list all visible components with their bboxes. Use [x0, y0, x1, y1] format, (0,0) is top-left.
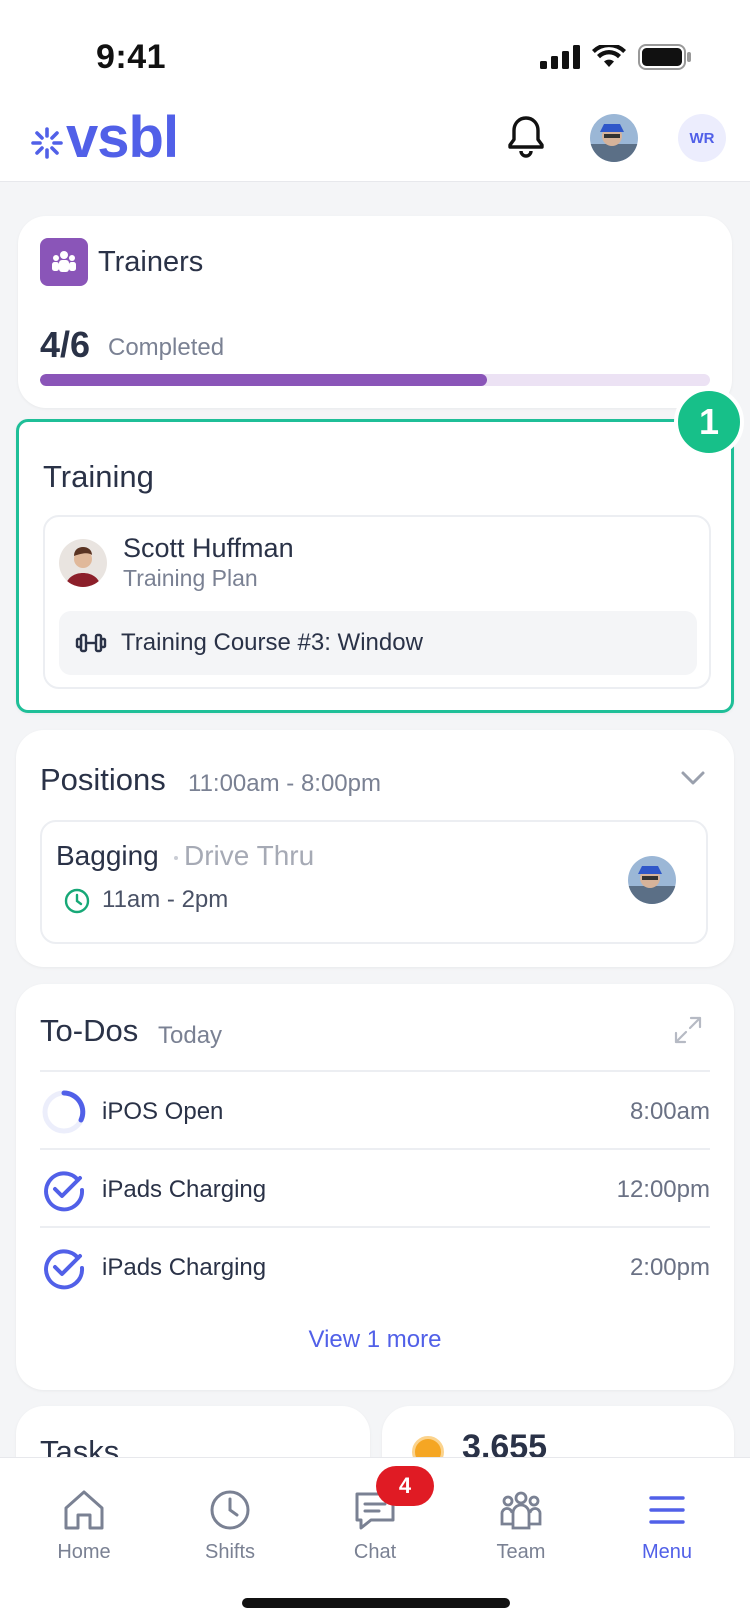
todo-label: iPOS Open [102, 1098, 224, 1125]
trainers-progress-bar [40, 374, 710, 386]
logo-burst-icon [31, 127, 63, 159]
home-icon [64, 1490, 104, 1530]
training-plan-item[interactable]: Scott Huffman Training Plan Training Cou… [43, 515, 711, 689]
signal-icon [540, 45, 580, 69]
tab-home-label: Home [57, 1541, 111, 1563]
todo-label: iPads Charging [102, 1254, 267, 1281]
trainers-title: Trainers [98, 246, 204, 278]
positions-title: Positions [40, 762, 166, 797]
tab-team[interactable]: Team [451, 1488, 591, 1564]
tab-team-label: Team [496, 1541, 546, 1563]
tab-menu[interactable]: Menu [597, 1488, 737, 1564]
position-item[interactable]: Bagging Drive Thru 11am - 2pm [40, 820, 708, 944]
chat-unread-badge: 4 [376, 1466, 434, 1506]
trainers-completed-label: Completed [108, 334, 225, 361]
vsbl-logo[interactable]: vsbl [30, 105, 179, 170]
todos-card: To-Dos Today iPOS Open 8:00am iPads Char… [16, 984, 734, 1390]
separator-dot [174, 856, 178, 860]
view-more-link[interactable]: View 1 more [16, 1326, 734, 1354]
training-course-name: Training Course #3: Window [121, 629, 423, 656]
menu-icon [649, 1496, 685, 1524]
battery-icon [638, 44, 691, 70]
dumbbell-icon [75, 633, 107, 653]
team-icon [500, 1491, 542, 1530]
progress-ring-icon [40, 1088, 88, 1136]
training-course-row[interactable]: Training Course #3: Window [59, 611, 697, 675]
status-time: 9:41 [96, 38, 167, 76]
chevron-down-icon [681, 771, 705, 785]
trainer-avatar [59, 539, 107, 587]
trainers-card[interactable]: Trainers 4/6 Completed [18, 216, 732, 408]
status-bar: 9:41 [0, 0, 750, 100]
todo-row[interactable]: iPOS Open 8:00am [40, 1070, 710, 1150]
trainers-group-icon [40, 238, 88, 286]
home-indicator[interactable] [242, 1598, 510, 1608]
trainer-name: Scott Huffman [123, 533, 294, 563]
check-circle-icon [40, 1166, 88, 1214]
avatar-photo-icon [590, 114, 638, 162]
tab-shifts[interactable]: Shifts [160, 1488, 300, 1564]
user-avatar[interactable] [590, 114, 638, 162]
user-initials-avatar[interactable]: WR [678, 114, 726, 162]
todos-expand-button[interactable] [672, 1014, 704, 1051]
training-plan-label: Training Plan [123, 565, 258, 591]
training-card[interactable]: Training Scott Huffman Training Plan Tra… [16, 419, 734, 713]
positions-collapse-button[interactable] [680, 770, 706, 791]
logo-text: vsbl [66, 105, 179, 170]
clock-icon [210, 1490, 250, 1530]
app-header: vsbl WR [0, 100, 750, 182]
clock-icon [64, 888, 90, 919]
bell-icon [508, 116, 544, 158]
tab-menu-label: Menu [641, 1541, 693, 1563]
tab-chat-label: Chat [353, 1541, 397, 1563]
position-station: Drive Thru [184, 840, 315, 871]
todo-row[interactable]: iPads Charging 12:00pm [40, 1148, 710, 1228]
position-assignee-avatar [628, 856, 676, 904]
check-circle-icon [40, 1244, 88, 1292]
todos-title: To-Dos [40, 1013, 139, 1048]
position-hours: 11am - 2pm [102, 886, 229, 913]
positions-time-range: 11:00am - 8:00pm [188, 770, 381, 797]
status-icons [540, 44, 692, 70]
tab-home[interactable]: Home [14, 1488, 154, 1564]
wifi-icon [592, 45, 626, 67]
todo-time: 12:00pm [616, 1176, 710, 1203]
annotation-step-badge: 1 [674, 387, 744, 457]
position-role: Bagging [56, 840, 159, 871]
todo-time: 2:00pm [629, 1254, 710, 1281]
todo-row[interactable]: iPads Charging 2:00pm [40, 1226, 710, 1306]
trainers-progress-fill [40, 374, 487, 386]
notifications-button[interactable] [505, 114, 547, 163]
expand-icon [674, 1016, 702, 1044]
tab-shifts-label: Shifts [204, 1541, 256, 1563]
positions-card[interactable]: Positions 11:00am - 8:00pm Bagging Drive… [16, 730, 734, 967]
trainers-count: 4/6 [40, 324, 91, 365]
training-title: Training [43, 459, 154, 494]
todo-time: 8:00am [629, 1098, 710, 1125]
todos-subtitle: Today [158, 1022, 223, 1049]
todo-label: iPads Charging [102, 1176, 267, 1203]
